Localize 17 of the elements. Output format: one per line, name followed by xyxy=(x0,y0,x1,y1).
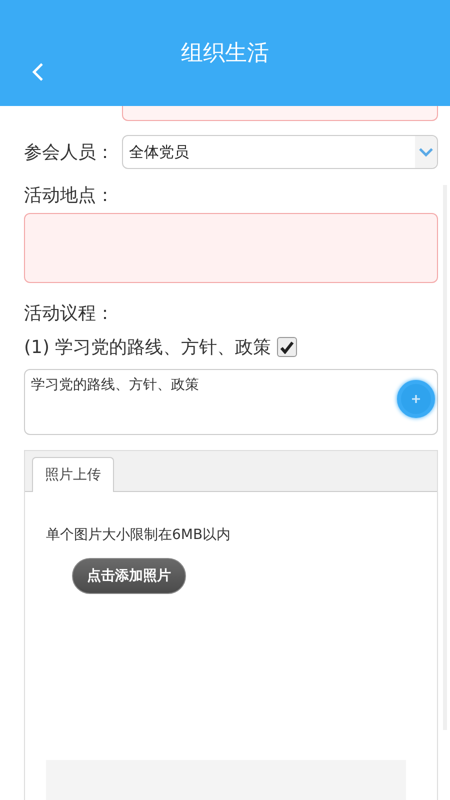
size-note: 单个图片大小限制在6MB以内 xyxy=(46,526,232,544)
input-field[interactable] xyxy=(122,106,438,121)
agenda-text-field[interactable]: 学习党的路线、方针、政策 xyxy=(24,369,438,435)
agenda-item: (1) 学习党的路线、方针、政策 xyxy=(24,336,272,359)
screen-title: 组织生活 xyxy=(181,40,269,68)
field-label: 参会人员： xyxy=(24,141,114,164)
checkbox[interactable] xyxy=(277,337,298,357)
attendees-dropdown[interactable]: 全体党员 xyxy=(122,135,438,169)
field-label: 活动地点： xyxy=(24,184,115,207)
field-label: 活动议程： xyxy=(24,302,115,325)
location-field[interactable] xyxy=(24,213,438,283)
back-icon xyxy=(32,62,44,82)
chevron-down-icon xyxy=(419,148,433,156)
add-photo-button[interactable]: 点击添加照片 xyxy=(72,558,186,594)
upload-tab[interactable]: 照片上传 xyxy=(32,457,114,492)
add-button[interactable] xyxy=(397,380,435,418)
plus-icon xyxy=(411,394,421,404)
